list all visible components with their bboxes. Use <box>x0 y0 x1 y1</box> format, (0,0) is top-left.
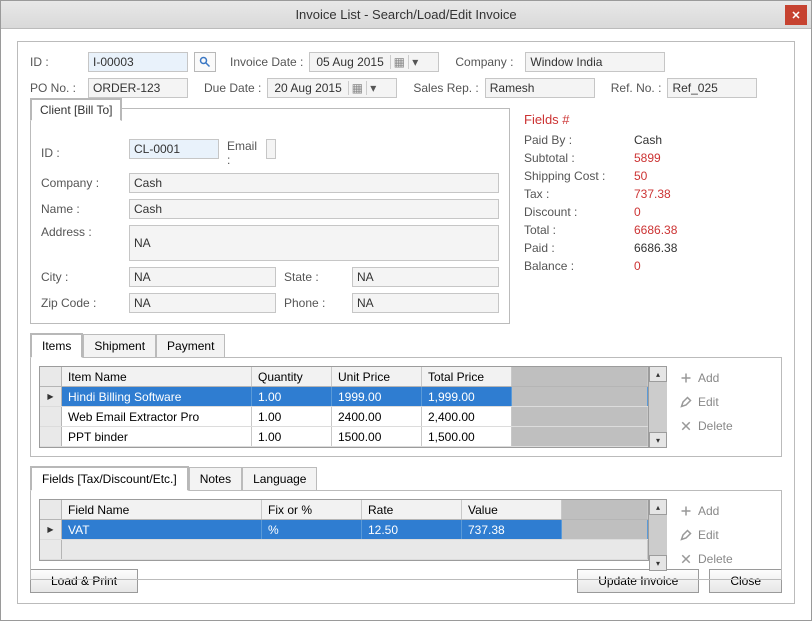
fields-tabset: Fields [Tax/Discount/Etc.] Notes Languag… <box>30 465 782 490</box>
total-value: 6686.38 <box>634 223 677 237</box>
delete-button[interactable]: Delete <box>673 547 773 571</box>
company-label: Company : <box>455 55 513 69</box>
edit-button[interactable]: Edit <box>673 390 773 414</box>
balance-value: 0 <box>634 259 641 273</box>
scroll-up-icon: ▴ <box>649 366 667 382</box>
tab-items[interactable]: Items <box>30 333 83 358</box>
city-label: City : <box>41 270 121 284</box>
totals-panel: Fields # Paid By :Cash Subtotal :5899 Sh… <box>524 104 782 324</box>
client-name-label: Name : <box>41 202 121 216</box>
phone-label: Phone : <box>284 296 344 310</box>
invoice-window: Invoice List - Search/Load/Edit Invoice … <box>0 0 812 621</box>
client-id-label: ID : <box>41 146 121 160</box>
client-name-input[interactable] <box>129 199 499 219</box>
refno-label: Ref. No. : <box>611 81 662 95</box>
add-button[interactable]: Add <box>673 499 773 523</box>
invoice-id-input[interactable] <box>88 52 188 72</box>
duedate-label: Due Date : <box>204 81 261 95</box>
company-input[interactable] <box>525 52 665 72</box>
window-title: Invoice List - Search/Load/Edit Invoice <box>295 7 516 22</box>
chevron-down-icon: ▾ <box>366 81 380 95</box>
pono-input[interactable] <box>88 78 188 98</box>
tab-fields[interactable]: Fields [Tax/Discount/Etc.] <box>30 466 189 491</box>
invoice-date-label: Invoice Date : <box>230 55 303 69</box>
phone-input[interactable] <box>352 293 499 313</box>
refno-input[interactable] <box>667 78 757 98</box>
fields-side-buttons: Add Edit Delete <box>673 499 773 571</box>
edit-button[interactable]: Edit <box>673 523 773 547</box>
table-row[interactable]: Web Email Extractor Pro 1.00 2400.00 2,4… <box>40 407 648 427</box>
close-icon[interactable]: ✕ <box>785 5 807 25</box>
header-row-2: PO No. : Due Date : 20 Aug 2015 ▦ ▾ Sale… <box>30 78 782 98</box>
client-company-input[interactable] <box>129 173 499 193</box>
id-label: ID : <box>30 55 82 69</box>
state-label: State : <box>284 270 344 284</box>
chevron-down-icon: ▾ <box>408 55 422 69</box>
content-frame: ID : Invoice Date : 05 Aug 2015 ▦ ▾ Comp… <box>17 41 795 604</box>
table-row[interactable]: PPT binder 1.00 1500.00 1,500.00 <box>40 427 648 447</box>
items-panel: Item Name Quantity Unit Price Total Pric… <box>30 357 782 457</box>
salesrep-input[interactable] <box>485 78 595 98</box>
fields-grid[interactable]: Field Name Fix or % Rate Value VAT % 12.… <box>39 499 649 561</box>
due-date-picker[interactable]: 20 Aug 2015 ▦ ▾ <box>267 78 397 98</box>
tab-notes[interactable]: Notes <box>189 467 242 490</box>
tab-language[interactable]: Language <box>242 467 317 490</box>
discount-value: 0 <box>634 205 641 219</box>
add-button[interactable]: Add <box>673 366 773 390</box>
fields-panel: Field Name Fix or % Rate Value VAT % 12.… <box>30 490 782 580</box>
calendar-icon: ▦ <box>348 81 366 95</box>
client-company-label: Company : <box>41 176 121 190</box>
table-row[interactable]: Hindi Billing Software 1.00 1999.00 1,99… <box>40 387 648 407</box>
client-group: Client [Bill To] ID : Email : Company : … <box>30 108 510 324</box>
tab-payment[interactable]: Payment <box>156 334 225 357</box>
client-id-input[interactable] <box>129 139 219 159</box>
paidby-value: Cash <box>634 133 662 147</box>
city-input[interactable] <box>129 267 276 287</box>
zip-label: Zip Code : <box>41 296 121 310</box>
pono-label: PO No. : <box>30 81 82 95</box>
scroll-down-icon: ▾ <box>649 432 667 448</box>
address-input[interactable] <box>129 225 499 261</box>
tab-shipment[interactable]: Shipment <box>83 334 156 357</box>
shipping-value: 50 <box>634 169 647 183</box>
table-row[interactable]: VAT % 12.50 737.38 <box>40 520 648 540</box>
invoice-date-picker[interactable]: 05 Aug 2015 ▦ ▾ <box>309 52 439 72</box>
titlebar: Invoice List - Search/Load/Edit Invoice … <box>1 1 811 29</box>
fields-scrollbar[interactable]: ▴▾ <box>649 499 667 571</box>
email-label: Email : <box>227 139 258 167</box>
address-label: Address : <box>41 225 121 239</box>
calendar-icon: ▦ <box>390 55 408 69</box>
salesrep-label: Sales Rep. : <box>413 81 478 95</box>
tax-value: 737.38 <box>634 187 671 201</box>
subtotal-value: 5899 <box>634 151 661 165</box>
search-icon[interactable] <box>194 52 216 72</box>
header-row-1: ID : Invoice Date : 05 Aug 2015 ▦ ▾ Comp… <box>30 52 782 72</box>
fields-heading: Fields # <box>524 112 782 127</box>
email-input[interactable] <box>266 139 276 159</box>
state-input[interactable] <box>352 267 499 287</box>
client-tab[interactable]: Client [Bill To] <box>30 98 122 121</box>
items-grid[interactable]: Item Name Quantity Unit Price Total Pric… <box>39 366 649 448</box>
items-tabset: Items Shipment Payment <box>30 332 782 357</box>
paid-value: 6686.38 <box>634 241 677 255</box>
items-scrollbar[interactable]: ▴▾ <box>649 366 667 448</box>
delete-button[interactable]: Delete <box>673 414 773 438</box>
items-side-buttons: Add Edit Delete <box>673 366 773 448</box>
zip-input[interactable] <box>129 293 276 313</box>
